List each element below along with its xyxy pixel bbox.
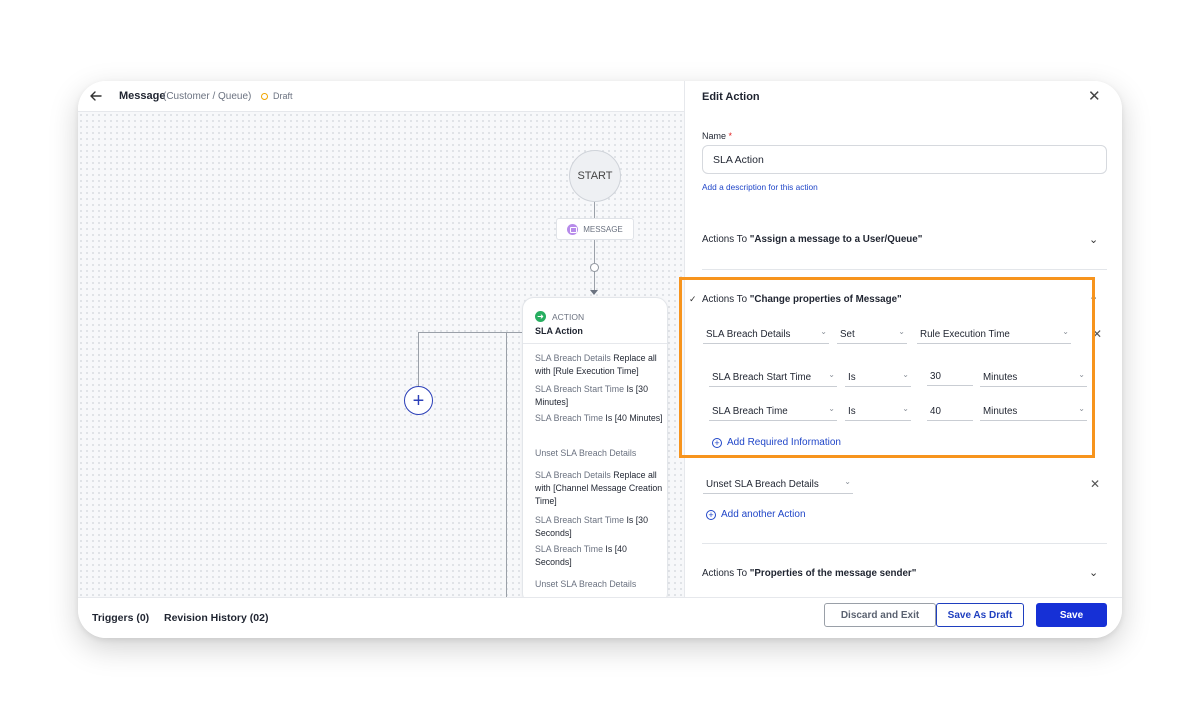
unset-field-select[interactable]: Unset SLA Breach Details ⌄: [703, 475, 853, 494]
action-rule: SLA Breach Details Replace all with [Cha…: [535, 470, 663, 506]
close-icon[interactable]: ✕: [1088, 89, 1101, 104]
value-select[interactable]: Rule Execution Time ⌄: [917, 325, 1071, 344]
app-window: Message (Customer / Queue) Draft START M…: [78, 81, 1122, 638]
message-node[interactable]: MESSAGE: [556, 218, 634, 240]
chevron-down-icon: ⌄: [828, 370, 835, 379]
draft-status-icon: [261, 93, 268, 100]
action-rule: SLA Breach Start Time Is [30 Minutes]: [535, 384, 648, 407]
chevron-down-icon: ⌄: [898, 327, 905, 336]
required-marker: *: [728, 131, 733, 141]
action-card-title: SLA Action: [535, 326, 583, 336]
message-node-label: MESSAGE: [583, 224, 623, 234]
flow-canvas[interactable]: START MESSAGE + ➜ ACTION SLA Action SLA …: [78, 112, 684, 615]
remove-row-icon[interactable]: ✕: [1092, 328, 1102, 340]
flow-canvas-pane: Message (Customer / Queue) Draft START M…: [78, 81, 684, 615]
divider: [702, 543, 1107, 544]
divider: [702, 269, 1107, 270]
chevron-up-icon[interactable]: ⌃: [1089, 294, 1098, 307]
add-another-action-link[interactable]: + Add another Action: [706, 509, 806, 520]
footer-bar: Triggers (0) Revision History (02) Disca…: [78, 597, 1122, 638]
connector-line: [594, 240, 595, 263]
action-card-header: ➜ ACTION: [535, 311, 584, 322]
chevron-down-icon: ⌄: [844, 477, 851, 486]
action-type-label: ACTION: [552, 311, 585, 322]
status-badge: Draft: [273, 91, 293, 101]
section-change-header[interactable]: Actions To "Change properties of Message…: [702, 294, 902, 305]
connector-line: [594, 272, 595, 292]
add-required-information-link[interactable]: + Add Required Information: [712, 437, 841, 448]
branch-line: [418, 332, 419, 386]
name-field-label: Name *: [702, 131, 733, 141]
connector-line: [594, 202, 595, 218]
chevron-down-icon: ⌄: [902, 404, 909, 413]
arrow-head-icon: [590, 290, 598, 295]
value-input[interactable]: 30: [927, 367, 973, 386]
operator-select[interactable]: Is ⌄: [845, 402, 911, 421]
operator-select[interactable]: Is ⌄: [845, 368, 911, 387]
action-card[interactable]: ➜ ACTION SLA Action SLA Breach Details R…: [522, 297, 668, 605]
start-node[interactable]: START: [569, 150, 621, 202]
chevron-down-icon: ⌄: [1062, 327, 1069, 336]
chevron-down-icon: ⌄: [1078, 404, 1085, 413]
add-description-link[interactable]: Add a description for this action: [702, 182, 818, 192]
chevron-down-icon[interactable]: ⌄: [1089, 233, 1098, 246]
save-as-draft-button[interactable]: Save As Draft: [936, 603, 1024, 627]
action-rule: SLA Breach Details Replace all with [Rul…: [535, 353, 657, 376]
action-rule: Unset SLA Breach Details: [535, 448, 637, 458]
add-step-button[interactable]: +: [404, 386, 433, 415]
divider: [523, 343, 667, 344]
branch-line: [506, 332, 507, 597]
plus-circle-icon: +: [706, 509, 716, 520]
page-title: Message: [119, 90, 166, 102]
save-button[interactable]: Save: [1036, 603, 1107, 627]
field-select[interactable]: SLA Breach Time ⌄: [709, 402, 837, 421]
triggers-tab[interactable]: Triggers (0): [92, 612, 149, 624]
panel-title: Edit Action: [702, 91, 760, 103]
name-input[interactable]: SLA Action: [702, 145, 1107, 174]
discard-and-exit-button[interactable]: Discard and Exit: [824, 603, 936, 627]
page-subtitle: (Customer / Queue): [163, 91, 252, 102]
unit-select[interactable]: Minutes ⌄: [980, 368, 1087, 387]
section-sender-header[interactable]: Actions To "Properties of the message se…: [702, 568, 916, 579]
chevron-down-icon: ⌄: [820, 327, 827, 336]
field-select[interactable]: SLA Breach Start Time ⌄: [709, 368, 837, 387]
action-rule: SLA Breach Start Time Is [30 Seconds]: [535, 515, 648, 538]
revision-history-tab[interactable]: Revision History (02): [164, 612, 268, 624]
chevron-down-icon: ⌄: [1078, 370, 1085, 379]
field-select[interactable]: SLA Breach Details ⌄: [703, 325, 829, 344]
remove-row-icon[interactable]: ✕: [1090, 478, 1100, 490]
action-rule: SLA Breach Time Is [40 Minutes]: [535, 413, 663, 423]
message-icon: [567, 223, 579, 235]
edit-action-panel: Edit Action ✕ Name * SLA Action Add a de…: [684, 81, 1122, 597]
back-arrow-icon[interactable]: [88, 88, 104, 104]
chevron-down-icon: ⌄: [902, 370, 909, 379]
operator-select[interactable]: Set ⌄: [837, 325, 907, 344]
section-assign-header[interactable]: Actions To "Assign a message to a User/Q…: [702, 234, 922, 245]
unit-select[interactable]: Minutes ⌄: [980, 402, 1087, 421]
canvas-header: Message (Customer / Queue) Draft: [78, 81, 684, 112]
value-input[interactable]: 40: [927, 402, 973, 421]
arrow-right-icon: ➜: [535, 311, 546, 322]
check-icon: ✓: [689, 294, 697, 304]
action-rule: SLA Breach Time Is [40 Seconds]: [535, 544, 627, 567]
action-rule: Unset SLA Breach Details: [535, 579, 637, 589]
chevron-down-icon[interactable]: ⌄: [1089, 566, 1098, 579]
connector-node[interactable]: [590, 263, 599, 272]
chevron-down-icon: ⌄: [828, 404, 835, 413]
plus-circle-icon: +: [712, 437, 722, 448]
